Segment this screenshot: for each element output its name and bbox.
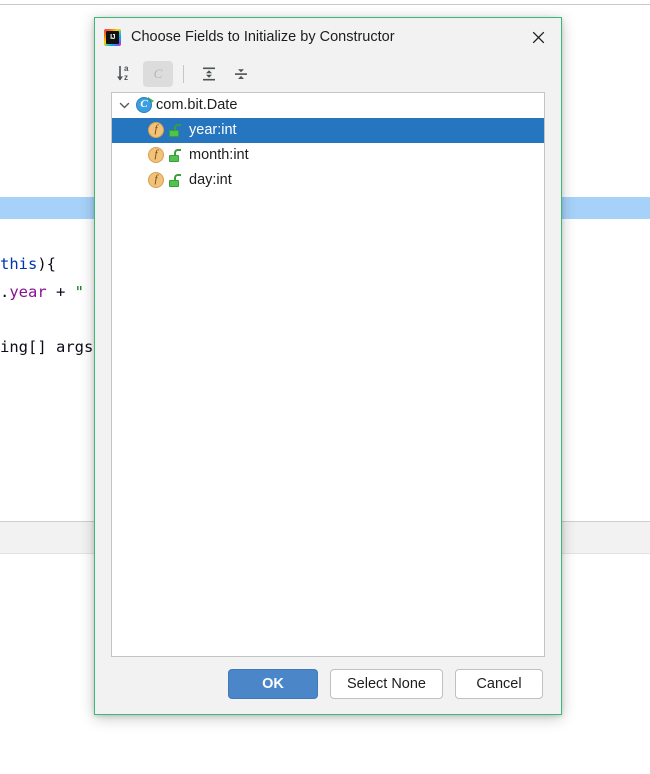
cancel-button[interactable]: Cancel: [455, 668, 543, 699]
fields-tree[interactable]: C com.bit.Date f year:int f month:int f …: [111, 92, 545, 657]
code-token: this: [0, 255, 38, 273]
show-class-button[interactable]: C: [143, 61, 173, 87]
sort-letter-bottom: z: [124, 73, 128, 82]
sort-alphabetically-button[interactable]: a z: [111, 61, 141, 87]
class-icon: C: [136, 97, 154, 114]
public-lock-icon: [168, 148, 182, 163]
field-icon: f: [148, 147, 165, 164]
code-token: ": [74, 283, 85, 301]
tree-row-field-month[interactable]: f month:int: [112, 143, 544, 168]
field-icon-letter: f: [154, 123, 158, 135]
code-token: ){: [37, 255, 56, 273]
choose-fields-dialog: IJ Choose Fields to Initialize by Constr…: [94, 17, 562, 715]
code-token: +: [46, 283, 75, 301]
public-lock-icon: [168, 123, 182, 138]
field-icon-letter: f: [154, 173, 158, 185]
chevron-down-icon[interactable]: [112, 93, 136, 118]
tree-row-field-year[interactable]: f year:int: [112, 118, 544, 143]
sort-alphabetical-icon: a z: [116, 64, 136, 83]
select-none-button[interactable]: Select None: [330, 668, 443, 699]
code-line-1: this){: [0, 255, 56, 273]
code-line-2: .year + ": [0, 283, 84, 301]
field-icon: f: [148, 122, 165, 139]
tree-node-label: com.bit.Date: [156, 97, 238, 113]
tree-row-class[interactable]: C com.bit.Date: [112, 93, 544, 118]
expand-all-button[interactable]: [194, 61, 224, 87]
intellij-idea-icon: IJ: [104, 28, 121, 46]
dialog-button-bar: OK Select None Cancel: [95, 657, 561, 714]
code-token: ing[] args: [0, 338, 94, 356]
code-line-3: ing[] args: [0, 338, 93, 356]
field-icon-letter: f: [154, 148, 158, 160]
class-c-icon: C: [153, 66, 163, 81]
dialog-titlebar: IJ Choose Fields to Initialize by Constr…: [95, 18, 561, 56]
field-icon: f: [148, 172, 165, 189]
toolbar-separator: [183, 65, 184, 83]
tree-node-label: day:int: [189, 172, 232, 188]
close-icon[interactable]: [521, 22, 555, 52]
code-token: .: [0, 283, 10, 301]
expand-all-icon: [201, 66, 217, 82]
tree-node-label: year:int: [189, 122, 237, 138]
class-icon-letter: C: [140, 98, 148, 110]
ok-button[interactable]: OK: [228, 668, 318, 699]
sort-letter-top: a: [124, 64, 129, 73]
public-lock-icon: [168, 173, 182, 188]
app-icon-label: IJ: [110, 33, 115, 41]
collapse-all-icon: [233, 66, 249, 82]
dialog-toolbar: a z C: [95, 56, 561, 92]
tree-row-field-day[interactable]: f day:int: [112, 168, 544, 193]
collapse-all-button[interactable]: [226, 61, 256, 87]
tree-node-label: month:int: [189, 147, 249, 163]
dialog-title: Choose Fields to Initialize by Construct…: [131, 29, 395, 45]
screen-root: this){ .year + " ing[] args IJ Choose Fi…: [0, 0, 650, 774]
code-token: year: [9, 283, 47, 301]
